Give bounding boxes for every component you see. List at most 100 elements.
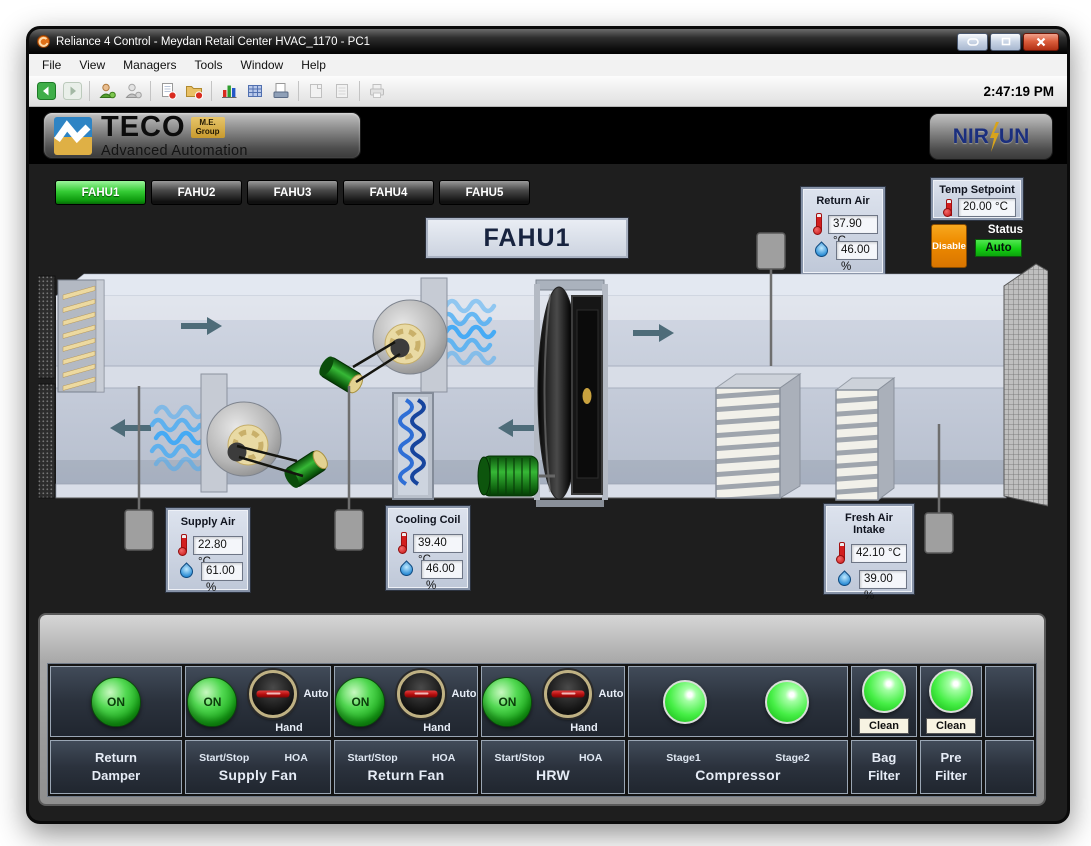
folder-alarm-icon[interactable] bbox=[182, 79, 206, 103]
control-panel: ON ON Auto Hand ON bbox=[38, 613, 1046, 806]
return-fan-label-cell: Start/Stop HOA Return Fan bbox=[334, 740, 478, 794]
fresh-air-grille bbox=[1004, 264, 1048, 506]
supply-fan-on-button[interactable]: ON bbox=[187, 677, 237, 727]
hrw-on-button[interactable]: ON bbox=[482, 677, 532, 727]
pre-filter-clean-status: Clean bbox=[926, 718, 976, 734]
hoa-switch-handle bbox=[257, 690, 290, 697]
temp-setpoint-value[interactable]: 20.00 °C bbox=[958, 198, 1016, 217]
back-icon[interactable] bbox=[34, 79, 58, 103]
tab-fahu2[interactable]: FAHU2 bbox=[151, 180, 242, 205]
bar-chart-icon[interactable] bbox=[217, 79, 241, 103]
auto-label: Auto bbox=[451, 688, 476, 700]
hrw-control-cell: ON Auto Hand bbox=[481, 666, 625, 737]
hoa-label: HOA bbox=[557, 752, 624, 764]
return-damper-label-cell: Return Damper bbox=[50, 740, 182, 794]
menu-view[interactable]: View bbox=[70, 56, 114, 74]
menu-window[interactable]: Window bbox=[232, 56, 293, 74]
data-table-icon[interactable] bbox=[243, 79, 267, 103]
print-report-icon[interactable] bbox=[269, 79, 293, 103]
stage1-label: Stage1 bbox=[629, 752, 738, 764]
maximize-button[interactable] bbox=[990, 33, 1021, 51]
menu-help[interactable]: Help bbox=[292, 56, 335, 74]
supply-air-title: Supply Air bbox=[173, 516, 243, 528]
menu-tools[interactable]: Tools bbox=[186, 56, 232, 74]
toolbar-separator bbox=[298, 81, 299, 101]
return-fan-on-button[interactable]: ON bbox=[335, 677, 385, 727]
return-damper-on-button[interactable]: ON bbox=[91, 677, 141, 727]
exhaust-grille bbox=[38, 276, 55, 498]
humidity-drop-icon bbox=[177, 562, 195, 580]
tab-fahu1[interactable]: FAHU1 bbox=[55, 180, 146, 205]
pre-filter-label-cell: Pre Filter bbox=[920, 740, 982, 794]
spare-control-cell bbox=[985, 666, 1034, 737]
cooling-coil-temp-value: 39.40 °C bbox=[413, 534, 463, 553]
teco-badge-bottom: Group bbox=[196, 127, 220, 137]
page-setup-icon[interactable] bbox=[304, 79, 328, 103]
pre-filter-status-lamp bbox=[929, 669, 973, 713]
minimize-button[interactable] bbox=[957, 33, 988, 51]
spare-label-cell bbox=[985, 740, 1034, 794]
supply-fan-label: Supply Fan bbox=[219, 767, 297, 783]
control-grid: ON ON Auto Hand ON bbox=[47, 663, 1037, 797]
thermometer-icon bbox=[178, 534, 187, 556]
toolbar: 2:47:19 PM bbox=[29, 76, 1067, 107]
menu-file[interactable]: File bbox=[33, 56, 70, 74]
tab-fahu4[interactable]: FAHU4 bbox=[343, 180, 434, 205]
tab-fahu3[interactable]: FAHU3 bbox=[247, 180, 338, 205]
stage2-label: Stage2 bbox=[738, 752, 847, 764]
pre-filter-label-line2: Filter bbox=[935, 767, 967, 785]
teco-badge-top: M.E. bbox=[196, 118, 220, 128]
toolbar-separator bbox=[89, 81, 90, 101]
supply-air-humidity-value: 61.00 % bbox=[201, 562, 243, 581]
toolbar-separator bbox=[150, 81, 151, 101]
teco-name: TECO bbox=[101, 113, 186, 142]
close-button[interactable] bbox=[1023, 33, 1059, 51]
cooling-coil-title: Cooling Coil bbox=[393, 514, 463, 526]
supply-fan-label-cell: Start/Stop HOA Supply Fan bbox=[185, 740, 331, 794]
app-window: Reliance 4 Control - Meydan Retail Cente… bbox=[26, 26, 1070, 824]
hoa-switch-handle bbox=[552, 690, 585, 697]
bag-filter-graphic bbox=[716, 374, 800, 498]
forward-icon[interactable] bbox=[60, 79, 84, 103]
print-preview-icon[interactable] bbox=[330, 79, 354, 103]
user-icon[interactable] bbox=[121, 79, 145, 103]
return-air-title: Return Air bbox=[808, 195, 878, 207]
hand-label: Hand bbox=[570, 722, 598, 734]
cooling-coil-panel: Cooling Coil 39.40 °C 46.00 % bbox=[386, 506, 470, 590]
return-damper-control-cell: ON bbox=[50, 666, 182, 737]
compressor-stage2-lamp bbox=[765, 680, 809, 724]
add-user-icon[interactable] bbox=[95, 79, 119, 103]
hand-label: Hand bbox=[423, 722, 451, 734]
return-damper-label-line2: Damper bbox=[92, 767, 140, 785]
title-bar: Reliance 4 Control - Meydan Retail Cente… bbox=[29, 29, 1067, 54]
toolbar-separator bbox=[359, 81, 360, 101]
hand-label: Hand bbox=[275, 722, 303, 734]
menu-managers[interactable]: Managers bbox=[114, 56, 185, 74]
fresh-air-temp-value: 42.10 °C bbox=[851, 544, 907, 563]
temp-setpoint-title: Temp Setpoint bbox=[938, 184, 1016, 196]
window-title: Reliance 4 Control - Meydan Retail Cente… bbox=[56, 36, 370, 48]
start-stop-label: Start/Stop bbox=[482, 752, 557, 764]
auto-label: Auto bbox=[598, 688, 623, 700]
hoa-label: HOA bbox=[410, 752, 477, 764]
return-fan-hoa-switch[interactable] bbox=[397, 670, 445, 718]
hrw-label: HRW bbox=[536, 767, 570, 783]
teco-logo-icon bbox=[54, 117, 92, 155]
tab-fahu5[interactable]: FAHU5 bbox=[439, 180, 530, 205]
start-stop-label: Start/Stop bbox=[335, 752, 410, 764]
humidity-drop-icon bbox=[397, 560, 415, 578]
supply-air-temp-value: 22.80 °C bbox=[193, 536, 243, 555]
document-alarm-icon[interactable] bbox=[156, 79, 180, 103]
supply-fan-hoa-switch[interactable] bbox=[249, 670, 297, 718]
brand-banner: TECO M.E. Group Advanced Automation NIR … bbox=[29, 107, 1067, 164]
bag-filter-status-lamp bbox=[862, 669, 906, 713]
supply-air-panel: Supply Air 22.80 °C 61.00 % bbox=[166, 508, 250, 592]
nirsun-text-right: UN bbox=[999, 125, 1029, 149]
printer-icon[interactable] bbox=[365, 79, 389, 103]
return-damper-louver bbox=[58, 280, 104, 392]
return-fan-label: Return Fan bbox=[368, 767, 445, 783]
fresh-air-intake-title: Fresh Air Intake bbox=[831, 512, 907, 536]
fresh-air-humidity-value: 39.00 % bbox=[859, 570, 907, 589]
hrw-hoa-switch[interactable] bbox=[544, 670, 592, 718]
fresh-air-intake-panel: Fresh Air Intake 42.10 °C 39.00 % bbox=[824, 504, 914, 594]
